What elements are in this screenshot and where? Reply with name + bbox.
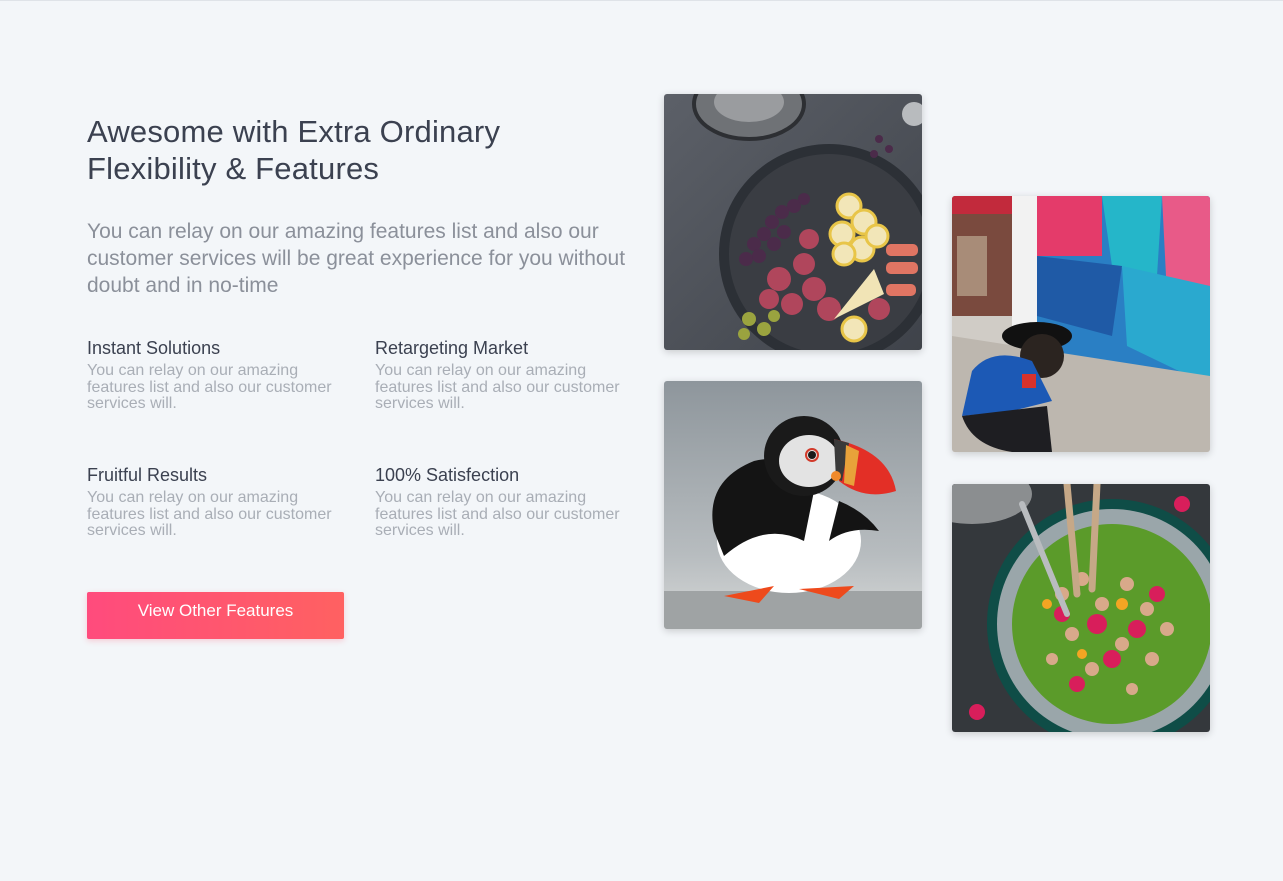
feature-description: You can relay on our amazing features li… <box>375 362 620 412</box>
feature-description: You can relay on our amazing features li… <box>87 489 332 539</box>
feature-title: Fruitful Results <box>87 465 208 485</box>
feature-item: Fruitful Results You can relay on our am… <box>87 464 337 540</box>
top-divider <box>0 0 1283 1</box>
section-title: Awesome with Extra Ordinary Flexibility … <box>87 114 501 186</box>
feature-item: Retargeting Market You can relay on our … <box>375 337 625 413</box>
feature-description: You can relay on our amazing features li… <box>375 489 620 539</box>
feature-description: You can relay on our amazing features li… <box>87 362 332 412</box>
feature-item: 100% Satisfection You can relay on our a… <box>375 464 625 540</box>
food-platter-photo <box>664 94 922 350</box>
feature-title: Retargeting Market <box>375 338 529 358</box>
feature-title: Instant Solutions <box>87 338 221 358</box>
puffin-bird-photo <box>664 381 922 629</box>
graffiti-wall-boy-photo <box>952 196 1210 452</box>
view-other-features-button[interactable]: View Other Features <box>87 592 344 639</box>
feature-item: Instant Solutions You can relay on our a… <box>87 337 337 413</box>
section-description: You can relay on our amazing features li… <box>87 220 626 297</box>
feature-title: 100% Satisfection <box>375 465 520 485</box>
salad-bowl-photo <box>952 484 1210 732</box>
